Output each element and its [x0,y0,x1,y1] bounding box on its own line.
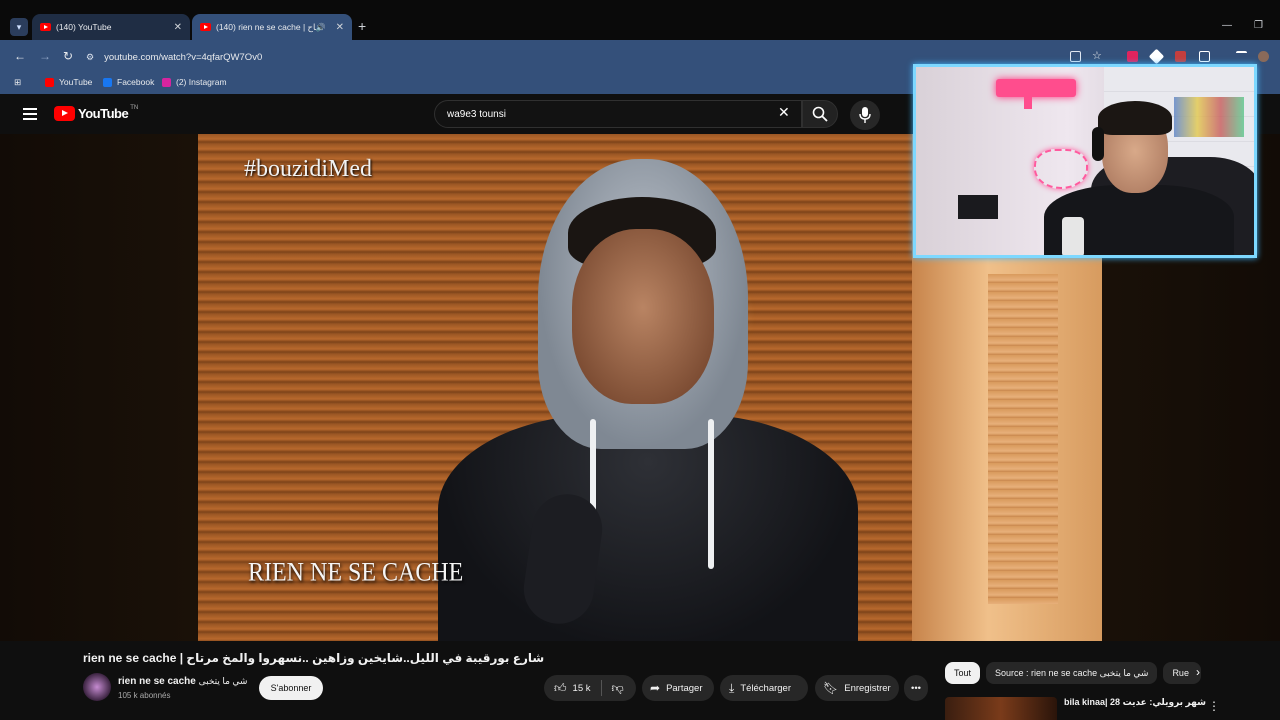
like-count: 15 k [572,682,591,694]
more-horizontal-icon: ••• [911,682,921,694]
bookmark-instagram[interactable]: (2) Instagram [162,77,227,87]
bookmark-label: (2) Instagram [176,77,227,87]
video-details: rien ne se cache | شارع بورقيبة في الليل… [0,641,1280,720]
youtube-favicon-icon [40,23,51,31]
menu-icon[interactable] [23,108,37,123]
neon-sign [996,79,1076,109]
search-icon [812,106,828,122]
channel-name-arabic: شي ما يتخبى [198,676,248,686]
back-icon[interactable]: ← [14,49,26,63]
extensions-puzzle-icon[interactable] [1199,51,1210,62]
dislike-button[interactable]: 👎︎ [602,675,634,701]
bookmark-youtube[interactable]: YouTube [45,77,92,87]
neon-heart [1034,149,1088,189]
forward-icon[interactable]: → [39,49,51,63]
download-label: Télécharger [740,682,792,694]
restore-icon[interactable]: ❐ [1254,20,1263,31]
close-tab-icon[interactable]: ✕ [336,22,344,33]
tab-search-icon[interactable]: ▾ [10,18,28,36]
extension-icon[interactable] [1175,51,1186,62]
chip-source[interactable]: Source : rien ne se cache شي ما يتخبى [986,662,1158,684]
share-arrow-icon: ➦ [650,681,661,695]
instagram-icon [162,77,171,87]
video-watermark-bottom: RIEN NE SE CACHE [248,558,464,588]
share-button[interactable]: ➦ Partager [642,675,714,701]
like-dislike-group: 👍︎ 15 k 👎︎ [544,675,636,701]
save-button[interactable]: 🔖︎ Enregistrer [815,675,899,701]
share-label: Partager [666,682,703,694]
bookmark-label: YouTube [59,77,93,87]
tab-title: (140) YouTube [56,22,112,32]
more-vertical-icon[interactable]: ⋮ [1208,699,1220,713]
new-tab-button[interactable]: + [358,18,366,34]
search-input[interactable]: wa9e3 tounsi [434,100,802,128]
clear-search-icon[interactable]: ✕ [778,104,790,121]
close-tab-icon[interactable]: ✕ [174,22,182,33]
recommended-video-thumbnail[interactable] [945,697,1057,720]
like-button[interactable]: 👍︎ 15 k [544,675,601,701]
youtube-play-icon [54,106,75,121]
extension-icon[interactable] [1127,51,1138,62]
chevron-right-icon[interactable]: › [1196,665,1200,679]
search-value: wa9e3 tounsi [447,108,506,120]
recommendation-chips: Tout Source : rien ne se cache شي ما يتخ… [945,662,1207,684]
video-title: rien ne se cache | شارع بورقيبة في الليل… [83,651,545,665]
bookmark-facebook[interactable]: Facebook [103,77,154,87]
tab-title: (140) rien ne se cache | مرتاح [216,21,316,32]
video-watermark-top: #bouzidiMed [244,156,372,182]
subscribe-button[interactable]: S'abonner [259,676,323,700]
minimize-icon[interactable]: — [1222,20,1232,31]
channel-name-latin: rien ne se cache [118,676,196,687]
channel-avatar[interactable] [83,673,111,701]
search-button[interactable] [802,100,838,128]
chip-all[interactable]: Tout [945,662,981,684]
download-button[interactable]: ⤓ Télécharger [720,675,808,701]
thumbs-up-icon: 👍︎ [554,680,567,695]
reading-list-icon[interactable] [1236,51,1247,62]
webcam-overlay [913,64,1257,258]
facebook-icon [103,77,112,87]
install-icon[interactable] [1070,51,1081,62]
microphone-icon [859,107,871,123]
tab-video[interactable]: (140) rien ne se cache | مرتاح 🔊 ✕ [192,14,352,40]
logo-text: YouTube [78,106,129,121]
apps-grid-icon[interactable]: ⊞ [14,77,21,88]
site-info-icon[interactable]: ⚙ [86,52,94,63]
youtube-logo[interactable]: YouTube TN [54,104,139,121]
tab-youtube[interactable]: (140) YouTube ✕ [32,14,190,40]
browser-tab-bar: ▾ (140) YouTube ✕ (140) rien ne se cache… [0,0,1280,40]
logo-country: TN [130,104,139,111]
save-label: Enregistrer [844,682,891,694]
channel-name[interactable]: rien ne se cache شي ما يتخبى [118,676,247,687]
voice-search-button[interactable] [850,100,880,130]
recommended-video-title[interactable]: bila kinaa| 28 شهر برويلي: عديت [1064,697,1206,708]
youtube-favicon-icon [200,23,211,31]
bookmark-star-icon[interactable]: ☆ [1092,49,1102,62]
bookmark-icon: 🔖︎ [823,681,839,695]
reload-icon[interactable]: ↻ [63,49,73,63]
bookmark-label: Facebook [117,77,155,87]
more-actions-button[interactable]: ••• [904,675,928,701]
speaker-icon[interactable]: 🔊 [316,23,326,32]
download-icon: ⤓ [729,680,735,695]
subscriber-count: 105 k abonnés [118,691,171,700]
extension-icon[interactable] [1148,48,1165,65]
youtube-icon [45,77,54,87]
thumbs-down-icon: 👎︎ [611,680,624,695]
url-text: youtube.com/watch?v=4qfarQW7Ov0 [104,51,263,63]
profile-avatar[interactable] [1258,51,1269,62]
video-frame-person [438,159,858,641]
